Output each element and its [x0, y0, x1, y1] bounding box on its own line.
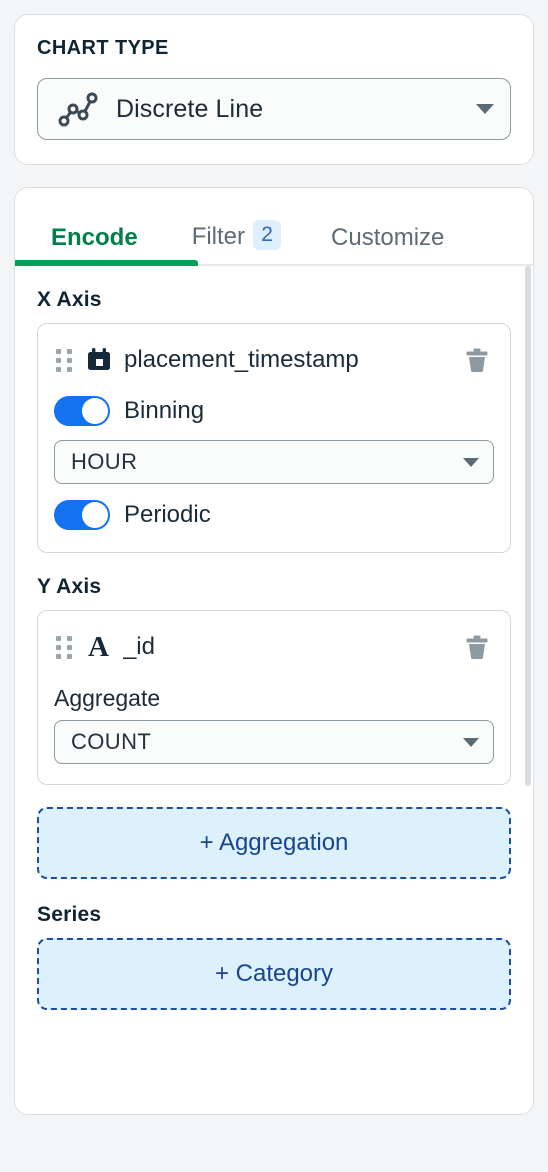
encode-scrollbar[interactable]: [525, 266, 531, 1114]
chevron-down-icon: [463, 737, 479, 747]
x-axis-field-row: placement_timestamp: [54, 340, 494, 380]
y-axis-heading: Y Axis: [37, 575, 102, 598]
chart-type-value: Discrete Line: [116, 94, 264, 123]
string-field-glyph: A: [88, 630, 109, 663]
chevron-down-icon: [463, 457, 479, 467]
trash-icon: [466, 348, 488, 372]
x-axis-field-name: placement_timestamp: [124, 346, 359, 373]
binning-toggle-row: Binning: [54, 390, 494, 432]
aggregate-value: COUNT: [71, 729, 152, 754]
periodic-toggle-knob: [82, 502, 108, 528]
chart-type-select[interactable]: Discrete Line: [37, 78, 511, 140]
tab-bar: Encode Filter 2 Customize: [15, 188, 533, 266]
encode-scrollbar-thumb[interactable]: [525, 266, 531, 786]
encode-card: Encode Filter 2 Customize X Axis placeme…: [14, 187, 534, 1115]
periodic-toggle-row: Periodic: [54, 494, 494, 536]
periodic-toggle[interactable]: [54, 500, 110, 530]
add-category-button[interactable]: + Category: [37, 938, 511, 1010]
x-axis-delete-button[interactable]: [460, 343, 494, 377]
add-aggregation-button[interactable]: + Aggregation: [37, 807, 511, 879]
chart-type-title: CHART TYPE: [37, 37, 169, 59]
drag-handle-icon[interactable]: [54, 634, 74, 661]
tab-customize[interactable]: Customize: [331, 224, 444, 266]
trash-icon: [466, 635, 488, 659]
filter-count-badge: 2: [253, 220, 282, 250]
binning-toggle-knob: [82, 398, 108, 424]
binning-unit-select[interactable]: HOUR: [54, 440, 494, 484]
aggregate-select[interactable]: COUNT: [54, 720, 494, 764]
aggregate-label: Aggregate: [54, 685, 161, 711]
tab-filter-label: Filter: [191, 223, 246, 250]
x-axis-heading: X Axis: [37, 288, 102, 311]
tab-encode-label: Encode: [51, 224, 138, 251]
y-axis-field-row: A _id: [54, 627, 494, 667]
line-chart-icon: [56, 90, 100, 128]
encode-body: X Axis placement_timestamp Binning HOUR …: [15, 266, 533, 1114]
calendar-icon: [86, 347, 112, 373]
chevron-down-icon: [476, 104, 494, 114]
drag-handle-icon[interactable]: [54, 347, 74, 374]
chart-type-card: CHART TYPE Discrete Line: [14, 14, 534, 165]
string-field-icon: A: [86, 630, 111, 663]
y-axis-field-card: A _id Aggregate COUNT: [37, 610, 511, 785]
binning-toggle[interactable]: [54, 396, 110, 426]
binning-label: Binning: [124, 397, 205, 424]
tab-encode[interactable]: Encode: [15, 224, 198, 266]
y-axis-delete-button[interactable]: [460, 630, 494, 664]
x-axis-field-card: placement_timestamp Binning HOUR Periodi…: [37, 323, 511, 553]
periodic-label: Periodic: [124, 501, 211, 528]
binning-unit-value: HOUR: [71, 449, 138, 474]
tab-customize-label: Customize: [331, 224, 445, 251]
series-heading: Series: [37, 903, 102, 926]
tab-filter[interactable]: Filter 2: [191, 220, 282, 266]
y-axis-field-name: _id: [122, 633, 155, 660]
chart-builder-panel: CHART TYPE Discrete Line Encode Filter 2…: [0, 0, 548, 1172]
